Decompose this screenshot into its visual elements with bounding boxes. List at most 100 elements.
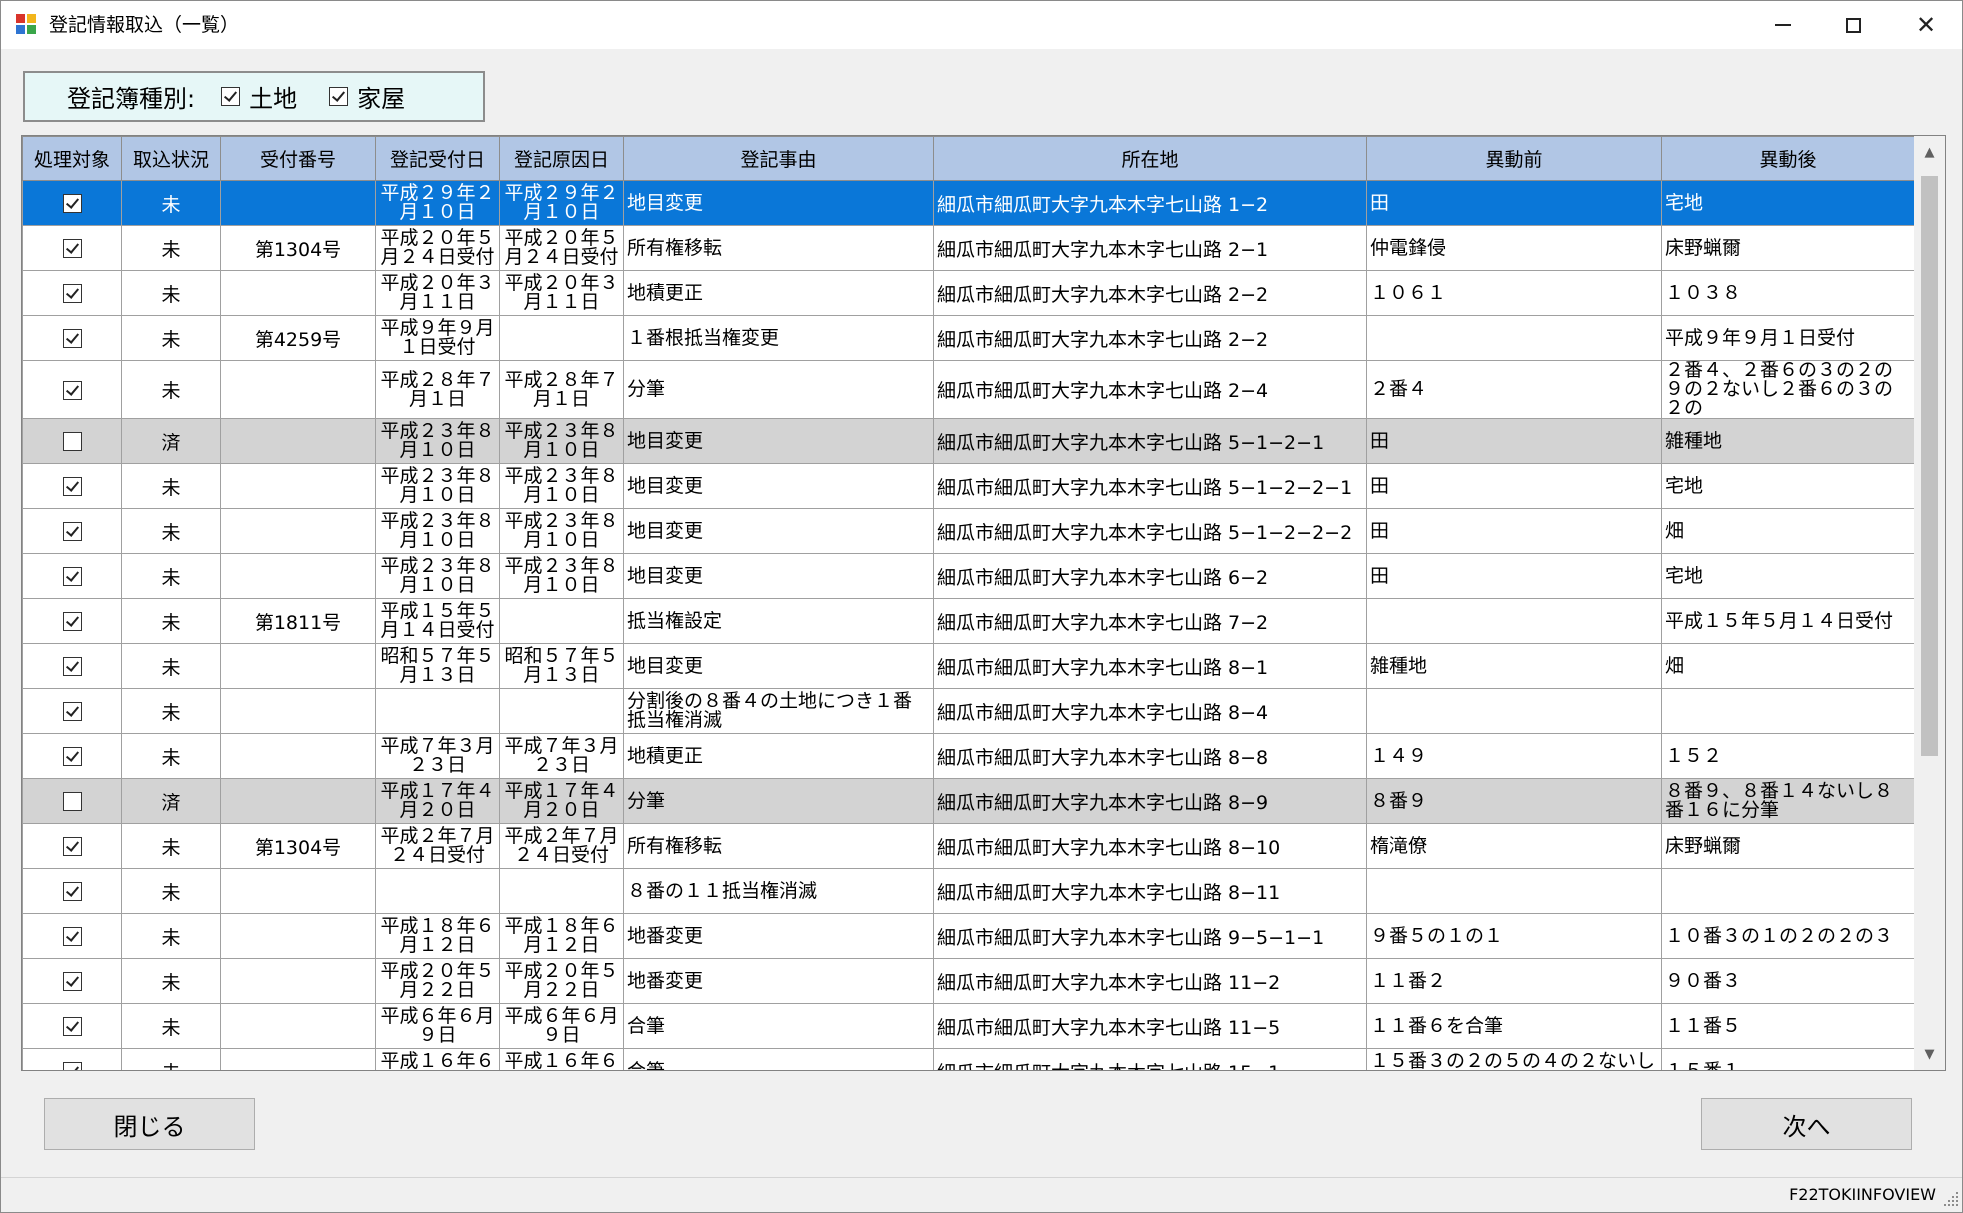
cell-cause-date[interactable]: 平成２３年８月１０日 (499, 418, 624, 464)
cell-location[interactable]: 細瓜市細瓜町大字九本木字七山路 2−4 (933, 360, 1367, 419)
cell-after[interactable] (1661, 688, 1914, 734)
cell-after[interactable] (1661, 868, 1914, 914)
row-target-checkbox[interactable] (62, 567, 82, 586)
cell-after[interactable]: ８番９、８番１４ないし８番１６に分筆 (1661, 778, 1914, 824)
house-checkbox-option[interactable]: 家屋 (329, 79, 405, 114)
cell-target[interactable] (22, 553, 122, 599)
table-row[interactable]: 未平成１８年６月１２日 平成１８年６月１２日 地番変更 細瓜市細瓜町大字九本木字七山路… (22, 913, 1914, 959)
cell-reason[interactable]: 地積更正 (623, 733, 934, 779)
cell-target[interactable] (22, 1048, 122, 1070)
cell-reason[interactable]: 地目変更 (623, 553, 934, 599)
cell-import-status[interactable]: 未 (121, 598, 221, 644)
cell-receipt-number[interactable] (220, 688, 376, 734)
cell-after[interactable]: 平成１５年５月１４日受付 (1661, 598, 1914, 644)
house-checkbox[interactable] (329, 87, 349, 106)
cell-cause-date[interactable] (499, 598, 624, 644)
cell-before[interactable]: 田 (1366, 508, 1662, 554)
table-row[interactable]: 未第4259号 平成９年９月１日受付 １番根抵当権変更 細瓜市細瓜町大字九本木字七山路… (22, 315, 1914, 361)
cell-after[interactable]: １５番１ (1661, 1048, 1914, 1070)
row-target-checkbox[interactable] (62, 882, 82, 901)
cell-reason[interactable]: 抵当権設定 (623, 598, 934, 644)
cell-import-status[interactable]: 未 (121, 553, 221, 599)
scroll-up-arrow-icon[interactable]: ▲ (1914, 139, 1945, 165)
cell-target[interactable] (22, 643, 122, 689)
title-bar[interactable]: 登記情報取込（一覧） ✕ (1, 1, 1962, 49)
cell-after[interactable]: 畑 (1661, 508, 1914, 554)
scroll-down-arrow-icon[interactable]: ▼ (1914, 1041, 1945, 1067)
cell-receipt-date[interactable]: 平成２３年８月１０日 (375, 553, 500, 599)
cell-reason[interactable]: 地目変更 (623, 418, 934, 464)
cell-receipt-date[interactable]: 平成９年９月１日受付 (375, 315, 500, 361)
cell-receipt-number[interactable] (220, 1048, 376, 1070)
cell-target[interactable] (22, 688, 122, 734)
cell-receipt-date[interactable] (375, 688, 500, 734)
table-row[interactable]: 済平成２３年８月１０日 平成２３年８月１０日 地目変更 細瓜市細瓜町大字九本木字七山路… (22, 418, 1914, 464)
column-header-after[interactable]: 異動後 (1661, 136, 1914, 181)
cell-cause-date[interactable] (499, 688, 624, 734)
cell-receipt-date[interactable]: 平成２３年８月１０日 (375, 508, 500, 554)
table-row[interactable]: 未第1811号 平成１５年５月１４日受付 抵当権設定 細瓜市細瓜町大字九本木字七山路 … (22, 598, 1914, 644)
table-row[interactable]: 未平成７年３月２３日 平成７年３月２３日 地積更正 細瓜市細瓜町大字九本木字七山路 8… (22, 733, 1914, 779)
cell-location[interactable]: 細瓜市細瓜町大字九本木字七山路 5−1−2−2−2 (933, 508, 1367, 554)
cell-receipt-date[interactable]: 平成２年７月２４日受付 (375, 823, 500, 869)
row-target-checkbox[interactable] (62, 522, 82, 541)
cell-import-status[interactable]: 未 (121, 360, 221, 419)
cell-after[interactable]: 宅地 (1661, 180, 1914, 226)
cell-after[interactable]: 雑種地 (1661, 418, 1914, 464)
cell-before[interactable]: １０６１ (1366, 270, 1662, 316)
table-row[interactable]: 未平成２９年２月１０日 平成２９年２月１０日 地目変更 細瓜市細瓜町大字九本木字七山路… (22, 180, 1914, 226)
cell-reason[interactable]: 地目変更 (623, 643, 934, 689)
cell-receipt-number[interactable] (220, 418, 376, 464)
cell-before[interactable]: １１番６を合筆 (1366, 1003, 1662, 1049)
cell-location[interactable]: 細瓜市細瓜町大字九本木字七山路 11−5 (933, 1003, 1367, 1049)
cell-before[interactable]: ２番４ (1366, 360, 1662, 419)
cell-target[interactable] (22, 598, 122, 644)
cell-import-status[interactable]: 未 (121, 958, 221, 1004)
minimize-button[interactable] (1748, 1, 1818, 49)
cell-before[interactable]: 田 (1366, 463, 1662, 509)
cell-receipt-date[interactable]: 平成１８年６月１２日 (375, 913, 500, 959)
cell-cause-date[interactable]: 平成７年３月２３日 (499, 733, 624, 779)
cell-receipt-number[interactable] (220, 868, 376, 914)
cell-after[interactable]: １１番５ (1661, 1003, 1914, 1049)
row-target-checkbox[interactable] (62, 612, 82, 631)
cell-receipt-number[interactable]: 第1304号 (220, 225, 376, 271)
cell-cause-date[interactable]: 平成２９年２月１０日 (499, 180, 624, 226)
cell-after[interactable]: 宅地 (1661, 553, 1914, 599)
cell-reason[interactable]: １番根抵当権変更 (623, 315, 934, 361)
cell-target[interactable] (22, 823, 122, 869)
cell-receipt-date[interactable]: 平成１５年５月１４日受付 (375, 598, 500, 644)
column-header-location[interactable]: 所在地 (933, 136, 1367, 181)
cell-receipt-number[interactable] (220, 270, 376, 316)
cell-location[interactable]: 細瓜市細瓜町大字九本木字七山路 7−2 (933, 598, 1367, 644)
cell-cause-date[interactable] (499, 868, 624, 914)
cell-after[interactable]: ９０番３ (1661, 958, 1914, 1004)
cell-target[interactable] (22, 180, 122, 226)
cell-location[interactable]: 細瓜市細瓜町大字九本木字七山路 15−1 (933, 1048, 1367, 1070)
registry-data-grid[interactable]: 処理対象 取込状況 受付番号 登記受付日 登記原因日 登記事由 所在地 異動前 … (21, 135, 1946, 1071)
cell-target[interactable] (22, 418, 122, 464)
maximize-button[interactable] (1818, 1, 1888, 49)
cell-after[interactable]: 平成９年９月１日受付 (1661, 315, 1914, 361)
cell-import-status[interactable]: 済 (121, 778, 221, 824)
cell-import-status[interactable]: 未 (121, 688, 221, 734)
resize-grip-icon[interactable] (1944, 1192, 1958, 1206)
cell-target[interactable] (22, 733, 122, 779)
cell-target[interactable] (22, 360, 122, 419)
next-button[interactable]: 次へ (1701, 1098, 1912, 1150)
cell-receipt-number[interactable] (220, 180, 376, 226)
cell-target[interactable] (22, 778, 122, 824)
cell-cause-date[interactable]: 平成２０年５月２２日 (499, 958, 624, 1004)
table-row[interactable]: 未平成２３年８月１０日 平成２３年８月１０日 地目変更 細瓜市細瓜町大字九本木字七山路… (22, 508, 1914, 554)
cell-after[interactable]: １０３８ (1661, 270, 1914, 316)
cell-import-status[interactable]: 未 (121, 225, 221, 271)
column-header-receipt-number[interactable]: 受付番号 (220, 136, 376, 181)
row-target-checkbox[interactable] (62, 194, 82, 213)
cell-location[interactable]: 細瓜市細瓜町大字九本木字七山路 2−2 (933, 315, 1367, 361)
cell-receipt-date[interactable]: 平成２０年５月２４日受付 (375, 225, 500, 271)
cell-location[interactable]: 細瓜市細瓜町大字九本木字七山路 8−11 (933, 868, 1367, 914)
scrollbar-thumb[interactable] (1921, 176, 1938, 756)
row-target-checkbox[interactable] (62, 657, 82, 676)
cell-location[interactable]: 細瓜市細瓜町大字九本木字七山路 2−1 (933, 225, 1367, 271)
cell-reason[interactable]: 合筆 (623, 1048, 934, 1070)
